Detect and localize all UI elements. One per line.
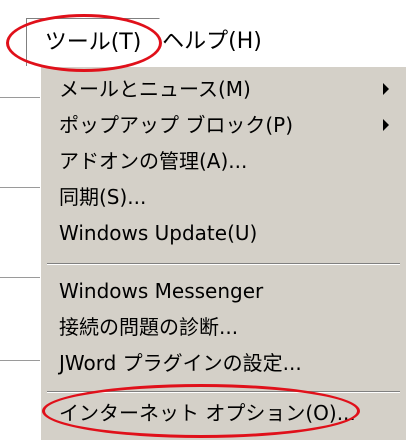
menu-item-popup-blocker[interactable]: ポップアップ ブロック(P) bbox=[59, 107, 399, 143]
menu-item-label: Windows Update(U) bbox=[59, 221, 258, 245]
menu-item-label: JWord プラグインの設定... bbox=[59, 351, 302, 375]
menu-item-label: メールとニュース(M) bbox=[59, 77, 251, 101]
menu-item-label: アドオンの管理(A)... bbox=[59, 149, 248, 173]
page-divider bbox=[0, 187, 40, 188]
menu-item-windows-messenger[interactable]: Windows Messenger bbox=[59, 273, 263, 309]
page-divider bbox=[0, 97, 40, 98]
page-divider bbox=[0, 277, 40, 278]
menu-item-label: ポップアップ ブロック(P) bbox=[59, 113, 294, 137]
menu-item-jword-settings[interactable]: JWord プラグインの設定... bbox=[59, 345, 302, 381]
menu-item-sync[interactable]: 同期(S)... bbox=[59, 179, 146, 215]
menu-item-label: 接続の問題の診断... bbox=[59, 315, 239, 339]
menu-item-windows-update[interactable]: Windows Update(U) bbox=[59, 215, 257, 251]
menu-item-mail-news[interactable]: メールとニュース(M) bbox=[59, 71, 399, 107]
menu-item-label: Windows Messenger bbox=[59, 279, 264, 303]
tools-dropdown-menu: メールとニュース(M) ポップアップ ブロック(P) アドオンの管理(A)...… bbox=[40, 66, 406, 440]
menu-item-label: 同期(S)... bbox=[59, 185, 147, 209]
menu-item-label: インターネット オプション(O)... bbox=[59, 401, 356, 425]
menu-item-manage-addons[interactable]: アドオンの管理(A)... bbox=[59, 143, 247, 179]
menu-item-internet-options[interactable]: インターネット オプション(O)... bbox=[59, 395, 356, 431]
menu-separator bbox=[47, 263, 400, 265]
menu-item-diagnose-connection[interactable]: 接続の問題の診断... bbox=[59, 309, 238, 345]
menu-help[interactable]: ヘルプ(H) bbox=[162, 18, 262, 66]
screenshot: ツール(T) ヘルプ(H) メールとニュース(M) ポップアップ ブロック(P)… bbox=[0, 0, 406, 440]
page-divider bbox=[0, 360, 40, 361]
submenu-arrow-icon bbox=[383, 119, 389, 131]
menu-separator bbox=[47, 391, 400, 393]
menu-tools[interactable]: ツール(T) bbox=[26, 18, 160, 66]
submenu-arrow-icon bbox=[383, 83, 389, 95]
